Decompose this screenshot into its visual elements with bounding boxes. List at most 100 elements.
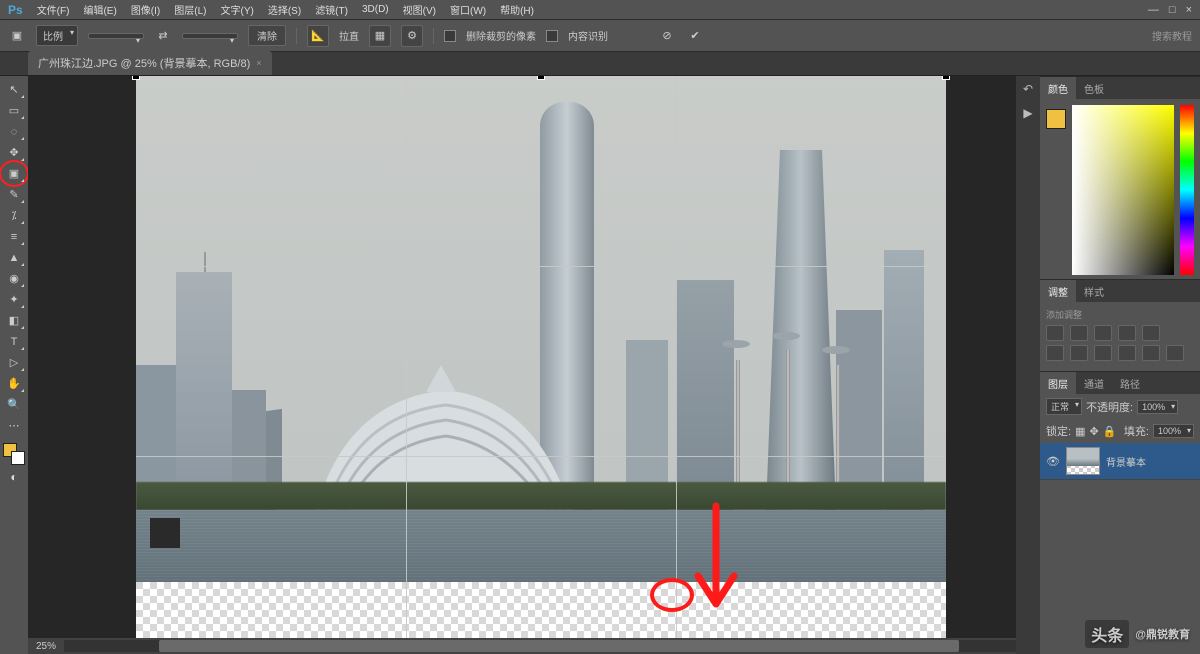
eraser-tool[interactable]: ◉ — [3, 269, 25, 288]
hue-slider[interactable] — [1180, 105, 1194, 275]
layer-visibility-icon[interactable]: 👁 — [1046, 455, 1060, 468]
app-logo: Ps — [8, 3, 23, 17]
tab-layers[interactable]: 图层 — [1040, 372, 1076, 394]
history-icon[interactable]: ↶ — [1023, 82, 1033, 96]
quickmask-icon[interactable]: ◐ — [3, 467, 25, 486]
blur-tool[interactable]: ✦ — [3, 290, 25, 309]
adj-photo-icon[interactable] — [1118, 345, 1136, 361]
delete-cropped-label: 删除裁剪的像素 — [466, 28, 536, 43]
layer-thumbnail[interactable] — [1066, 447, 1100, 475]
menu-select[interactable]: 选择(S) — [268, 2, 301, 17]
menu-help[interactable]: 帮助(H) — [500, 2, 534, 17]
fill-input[interactable]: 100% — [1153, 424, 1194, 438]
adj-vibrance-icon[interactable] — [1142, 325, 1160, 341]
crop-handle[interactable] — [537, 76, 545, 80]
marquee-tool[interactable]: ▭ — [3, 101, 25, 120]
color-field[interactable] — [1072, 105, 1174, 275]
crop-tool[interactable]: ▣ — [3, 164, 25, 183]
menu-image[interactable]: 图像(I) — [131, 2, 160, 17]
content-aware-label: 内容识别 — [568, 28, 608, 43]
lock-pixels-icon[interactable]: ▦ — [1075, 425, 1085, 438]
document-tab[interactable]: 广州珠江边.JPG @ 25% (背景摹本, RGB/8) × — [28, 51, 272, 75]
adj-brightness-icon[interactable] — [1046, 325, 1064, 341]
swap-icon[interactable]: ⇄ — [154, 27, 172, 45]
move-tool[interactable]: ↖ — [3, 80, 25, 99]
quick-select-tool[interactable]: ✥ — [3, 143, 25, 162]
window-close-icon[interactable]: × — [1186, 4, 1192, 16]
overlay-grid-icon[interactable]: ▦ — [369, 25, 391, 47]
ratio-dropdown[interactable]: 比例 — [36, 25, 78, 46]
adj-hue-icon[interactable] — [1046, 345, 1064, 361]
menu-window[interactable]: 窗口(W) — [450, 2, 486, 17]
zoom-tool[interactable]: 🔍 — [3, 395, 25, 414]
horizontal-scrollbar[interactable]: 25% — [28, 638, 1016, 654]
menu-filter[interactable]: 滤镜(T) — [315, 2, 348, 17]
tab-channels[interactable]: 通道 — [1076, 372, 1112, 394]
search-help[interactable]: 搜索教程 — [1152, 28, 1192, 43]
canvas[interactable] — [136, 76, 946, 654]
watermark-author: @鼎锐教育 — [1135, 626, 1190, 642]
content-aware-checkbox[interactable] — [546, 30, 558, 42]
separator — [296, 28, 297, 44]
properties-icon[interactable]: ▶ — [1023, 106, 1032, 120]
layer-row[interactable]: 👁 背景摹本 — [1040, 443, 1200, 480]
adj-channel-icon[interactable] — [1142, 345, 1160, 361]
tab-styles[interactable]: 样式 — [1076, 280, 1112, 302]
straighten-icon[interactable]: 📐 — [307, 25, 329, 47]
dodge-tool[interactable]: ◧ — [3, 311, 25, 330]
overlay-settings-icon[interactable]: ⚙ — [401, 25, 423, 47]
ratio-height-input[interactable] — [182, 33, 238, 39]
tab-swatches[interactable]: 色板 — [1076, 77, 1112, 99]
window-maximize-icon[interactable]: □ — [1169, 4, 1176, 16]
adj-lookup-icon[interactable] — [1166, 345, 1184, 361]
commit-crop-icon[interactable]: ✔ — [686, 27, 704, 45]
hand-tool[interactable]: ✋ — [3, 374, 25, 393]
pen-tool[interactable]: ▷ — [3, 353, 25, 372]
brush-tool[interactable]: ⁒ — [3, 206, 25, 225]
adj-balance-icon[interactable] — [1070, 345, 1088, 361]
menu-type[interactable]: 文字(Y) — [221, 2, 254, 17]
menu-file[interactable]: 文件(F) — [37, 2, 70, 17]
reset-crop-icon[interactable]: ⊘ — [658, 27, 676, 45]
zoom-level[interactable]: 25% — [28, 641, 64, 652]
foreground-color[interactable] — [1046, 109, 1066, 129]
adj-levels-icon[interactable] — [1070, 325, 1088, 341]
crop-handle[interactable] — [942, 76, 950, 80]
tab-color[interactable]: 颜色 — [1040, 77, 1076, 99]
tab-title: 广州珠江边.JPG @ 25% (背景摹本, RGB/8) — [38, 55, 250, 71]
opacity-input[interactable]: 100% — [1137, 400, 1178, 414]
lock-all-icon[interactable]: 🔒 — [1103, 425, 1117, 438]
blend-mode-dropdown[interactable]: 正常 — [1046, 398, 1082, 415]
stamp-tool[interactable]: ≡ — [3, 227, 25, 246]
crop-tool-icon[interactable]: ▣ — [8, 27, 26, 45]
adj-curves-icon[interactable] — [1094, 325, 1112, 341]
image-content — [136, 76, 946, 582]
layer-name[interactable]: 背景摹本 — [1106, 454, 1146, 469]
canvas-area[interactable]: 25% — [28, 76, 1016, 654]
color-swatch[interactable] — [3, 443, 25, 465]
opacity-label: 不透明度: — [1086, 399, 1133, 415]
lock-label: 锁定: — [1046, 423, 1071, 439]
menu-edit[interactable]: 编辑(E) — [83, 2, 116, 17]
tab-paths[interactable]: 路径 — [1112, 372, 1148, 394]
tab-close-icon[interactable]: × — [256, 58, 261, 68]
layers-panel: 图层 通道 路径 正常 不透明度: 100% 锁定: ▦ ✥ 🔒 填充: 100… — [1040, 371, 1200, 654]
delete-cropped-checkbox[interactable] — [444, 30, 456, 42]
type-tool[interactable]: T — [3, 332, 25, 351]
menu-3d[interactable]: 3D(D) — [362, 4, 389, 15]
lock-position-icon[interactable]: ✥ — [1089, 425, 1098, 438]
window-minimize-icon[interactable]: — — [1148, 4, 1159, 16]
eyedropper-tool[interactable]: ✎ — [3, 185, 25, 204]
menu-layer[interactable]: 图层(L) — [174, 2, 206, 17]
adj-exposure-icon[interactable] — [1118, 325, 1136, 341]
menu-view[interactable]: 视图(V) — [403, 2, 436, 17]
gradient-tool[interactable]: ▲ — [3, 248, 25, 267]
clear-button[interactable]: 清除 — [248, 25, 286, 46]
crop-handle[interactable] — [132, 76, 140, 80]
lasso-tool[interactable]: ◌ — [3, 122, 25, 141]
more-tools[interactable]: ⋯ — [3, 416, 25, 435]
options-bar: ▣ 比例 ⇄ 清除 📐 拉直 ▦ ⚙ 删除裁剪的像素 内容识别 ⊘ ✔ 搜索教程 — [0, 20, 1200, 52]
ratio-width-input[interactable] — [88, 33, 144, 39]
tab-adjustments[interactable]: 调整 — [1040, 280, 1076, 302]
adj-bw-icon[interactable] — [1094, 345, 1112, 361]
